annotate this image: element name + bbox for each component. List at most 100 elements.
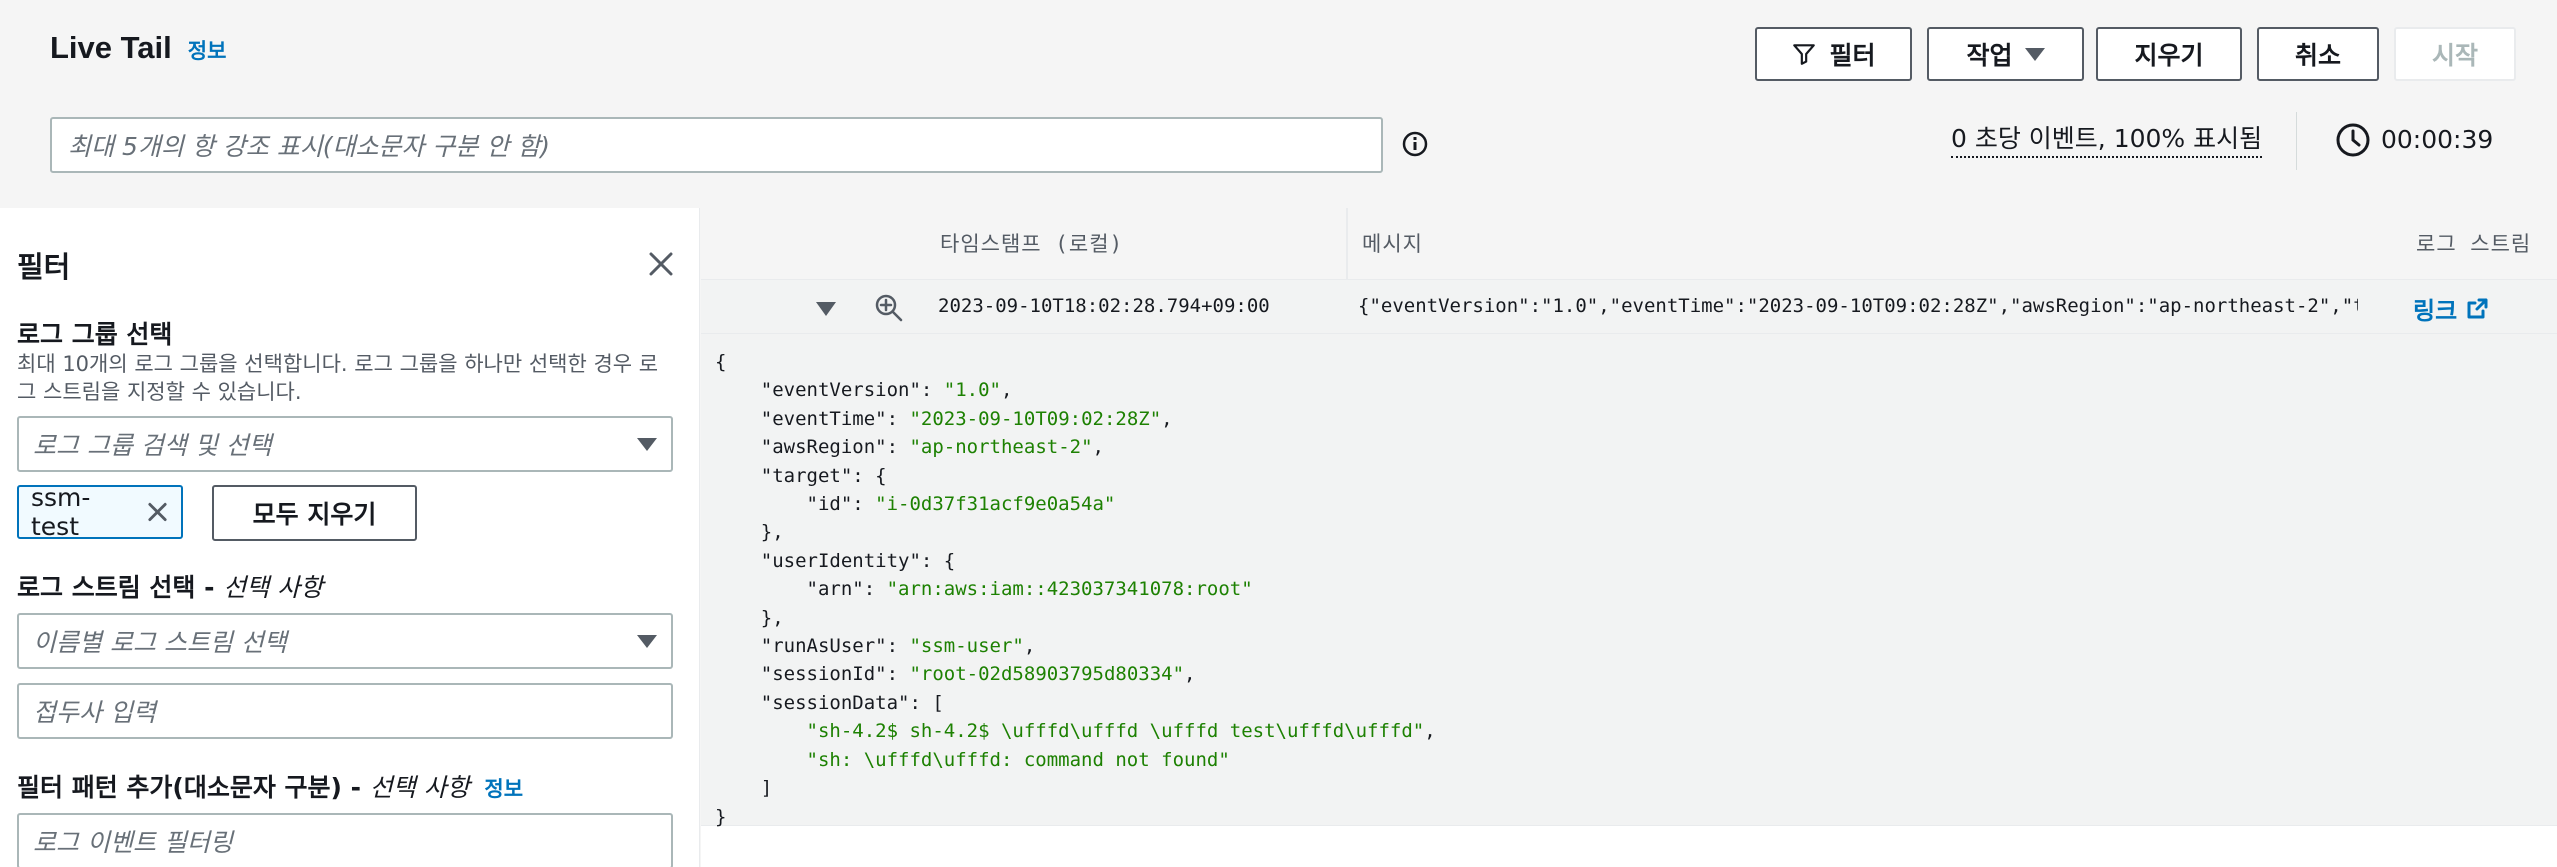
- json-line: "awsRegion": "ap-northeast-2",: [715, 433, 2543, 461]
- clear-button-label: 지우기: [2134, 41, 2204, 70]
- json-value: "1.0": [943, 379, 1001, 402]
- json-line: {: [715, 348, 2543, 376]
- json-line: },: [715, 518, 2543, 546]
- log-stream-select[interactable]: 이름별 로그 스트림 선택: [17, 613, 673, 669]
- json-punctuation: {: [715, 351, 727, 373]
- filter-icon: [1793, 44, 1816, 65]
- info-icon[interactable]: [1401, 130, 1429, 158]
- log-stream-label: 로그 스트림 선택 - 선택 사항: [17, 568, 323, 604]
- json-punctuation: ,: [1184, 663, 1196, 686]
- event-message: {"eventVersion":"1.0","eventTime":"2023-…: [1358, 295, 2358, 317]
- actions-button[interactable]: 작업: [1927, 27, 2084, 81]
- json-punctuation: ,: [1001, 379, 1013, 402]
- title-row: Live Tail 정보: [50, 30, 226, 66]
- log-group-description: 최대 10개의 로그 그룹을 선택합니다. 로그 그룹을 하나만 선택한 경우 …: [17, 352, 659, 404]
- filter-pattern-label: 필터 패턴 추가(대소문자 구분) - 선택 사항 정보: [17, 768, 523, 804]
- event-rate-text[interactable]: 0 초당 이벤트, 100% 표시됨: [1951, 122, 2263, 158]
- start-button-label: 시작: [2431, 41, 2478, 70]
- json-value: "ssm-user": [909, 635, 1024, 658]
- json-line: },: [715, 604, 2543, 632]
- json-punctuation: [: [932, 691, 944, 714]
- json-value: "arn:aws:iam::423037341078:root": [886, 578, 1253, 601]
- json-line: "id": "i-0d37f31acf9e0a54a": [715, 490, 2543, 518]
- optional-label: 선택 사항: [369, 773, 470, 802]
- clear-all-button[interactable]: 모두 지우기: [212, 485, 417, 541]
- highlight-terms-input[interactable]: 최대 5개의 항 강조 표시(대소문자 구분 안 함): [50, 117, 1383, 173]
- highlight-input-placeholder: 최대 5개의 항 강조 표시(대소문자 구분 안 함): [68, 132, 551, 161]
- json-line: "target": {: [715, 462, 2543, 490]
- filter-panel: 필터 로그 그룹 선택 최대 10개의 로그 그룹을 선택합니다. 로그 그룹을…: [0, 208, 700, 867]
- json-line: "eventTime": "2023-09-10T09:02:28Z",: [715, 405, 2543, 433]
- json-line: }: [715, 803, 2543, 831]
- collapse-icon[interactable]: [816, 302, 836, 316]
- prefix-input-placeholder: 접두사 입력: [33, 698, 156, 727]
- json-key: "sessionData":: [760, 691, 933, 714]
- log-stream-select-placeholder: 이름별 로그 스트림 선택: [33, 628, 287, 657]
- json-key: "arn":: [806, 578, 887, 601]
- selected-log-group-token: ssm-test: [17, 483, 183, 541]
- caret-down-icon: [637, 437, 657, 451]
- log-events-area: 타임스탬프 (로컬) 메시지 로그 스트림 2023-09-10T18:02:2…: [701, 208, 2557, 867]
- filter-button[interactable]: 필터: [1755, 27, 1912, 81]
- clock-icon: [2336, 123, 2370, 157]
- token-label: ssm-test: [31, 483, 91, 541]
- cancel-button-label: 취소: [2294, 41, 2341, 70]
- json-key: "userIdentity":: [760, 549, 944, 572]
- json-line: "sh-4.2$ sh-4.2$ \ufffd\ufffd \ufffd tes…: [715, 717, 2543, 745]
- cancel-button[interactable]: 취소: [2257, 27, 2379, 81]
- json-punctuation: }: [715, 805, 727, 828]
- json-key: "sessionId":: [760, 663, 910, 686]
- optional-label: 선택 사항: [223, 573, 324, 602]
- json-line: "sh: \ufffd\ufffd: command not found": [715, 746, 2543, 774]
- json-punctuation: ,: [1424, 720, 1436, 743]
- json-line: "sessionId": "root-02d58903795d80334",: [715, 660, 2543, 688]
- json-line: "runAsUser": "ssm-user",: [715, 632, 2543, 660]
- json-value: "sh: \ufffd\ufffd: command not found": [806, 748, 1230, 771]
- table-row[interactable]: 2023-09-10T18:02:28.794+09:00 {"eventVer…: [701, 280, 2557, 334]
- filter-pattern-label-text: 필터 패턴 추가(대소문자 구분) -: [17, 773, 370, 802]
- elapsed-timer: 00:00:39: [2381, 125, 2494, 154]
- filter-pattern-placeholder: 로그 이벤트 필터링: [33, 828, 233, 857]
- column-header-log-stream[interactable]: 로그 스트림: [2416, 228, 2531, 258]
- json-key: "eventVersion":: [760, 379, 944, 402]
- log-stream-link[interactable]: 링크: [2413, 291, 2489, 326]
- prefix-input[interactable]: 접두사 입력: [17, 683, 673, 739]
- table-header: 타임스탬프 (로컬) 메시지 로그 스트림: [701, 208, 2557, 280]
- info-link[interactable]: 정보: [188, 35, 227, 65]
- info-link[interactable]: 정보: [484, 777, 523, 801]
- json-punctuation: {: [943, 549, 956, 572]
- page-title: Live Tail: [50, 30, 172, 65]
- close-icon[interactable]: [645, 248, 677, 280]
- json-line: "sessionData": [: [715, 689, 2543, 717]
- json-line: "arn": "arn:aws:iam::423037341078:root": [715, 575, 2543, 603]
- json-line: "userIdentity": {: [715, 547, 2543, 575]
- column-divider[interactable]: [1346, 208, 1348, 280]
- log-group-label: 로그 그룹 선택: [17, 320, 173, 349]
- filter-button-label: 필터: [1829, 41, 1876, 70]
- json-punctuation: ,: [1092, 436, 1104, 459]
- remove-token-icon[interactable]: [146, 500, 169, 524]
- clear-button[interactable]: 지우기: [2096, 27, 2242, 81]
- caret-down-icon: [637, 634, 657, 648]
- json-line: ]: [715, 774, 2543, 802]
- json-punctuation: ,: [1161, 407, 1173, 430]
- json-value: "sh-4.2$ sh-4.2$ \ufffd\ufffd \ufffd tes…: [806, 720, 1425, 743]
- caret-down-icon: [2024, 47, 2045, 61]
- filter-pattern-input[interactable]: 로그 이벤트 필터링: [17, 813, 673, 867]
- column-header-message[interactable]: 메시지: [1362, 228, 1423, 258]
- event-json-detail: { "eventVersion": "1.0", "eventTime": "2…: [701, 334, 2557, 828]
- json-punctuation: },: [760, 606, 784, 629]
- column-header-timestamp[interactable]: 타임스탬프 (로컬): [940, 228, 1123, 258]
- json-key: "target":: [760, 464, 876, 487]
- log-group-select[interactable]: 로그 그룹 검색 및 선택: [17, 416, 673, 472]
- json-key: "runAsUser":: [760, 635, 910, 658]
- json-punctuation: },: [760, 521, 784, 544]
- json-value: "2023-09-10T09:02:28Z": [909, 407, 1162, 430]
- json-key: "eventTime":: [760, 407, 910, 430]
- panel-title: 필터: [17, 250, 71, 284]
- json-value: "i-0d37f31acf9e0a54a": [875, 493, 1116, 516]
- json-value: "ap-northeast-2": [909, 436, 1093, 459]
- start-button[interactable]: 시작: [2394, 27, 2516, 81]
- zoom-in-icon[interactable]: [874, 293, 904, 323]
- json-value: "root-02d58903795d80334": [909, 663, 1185, 686]
